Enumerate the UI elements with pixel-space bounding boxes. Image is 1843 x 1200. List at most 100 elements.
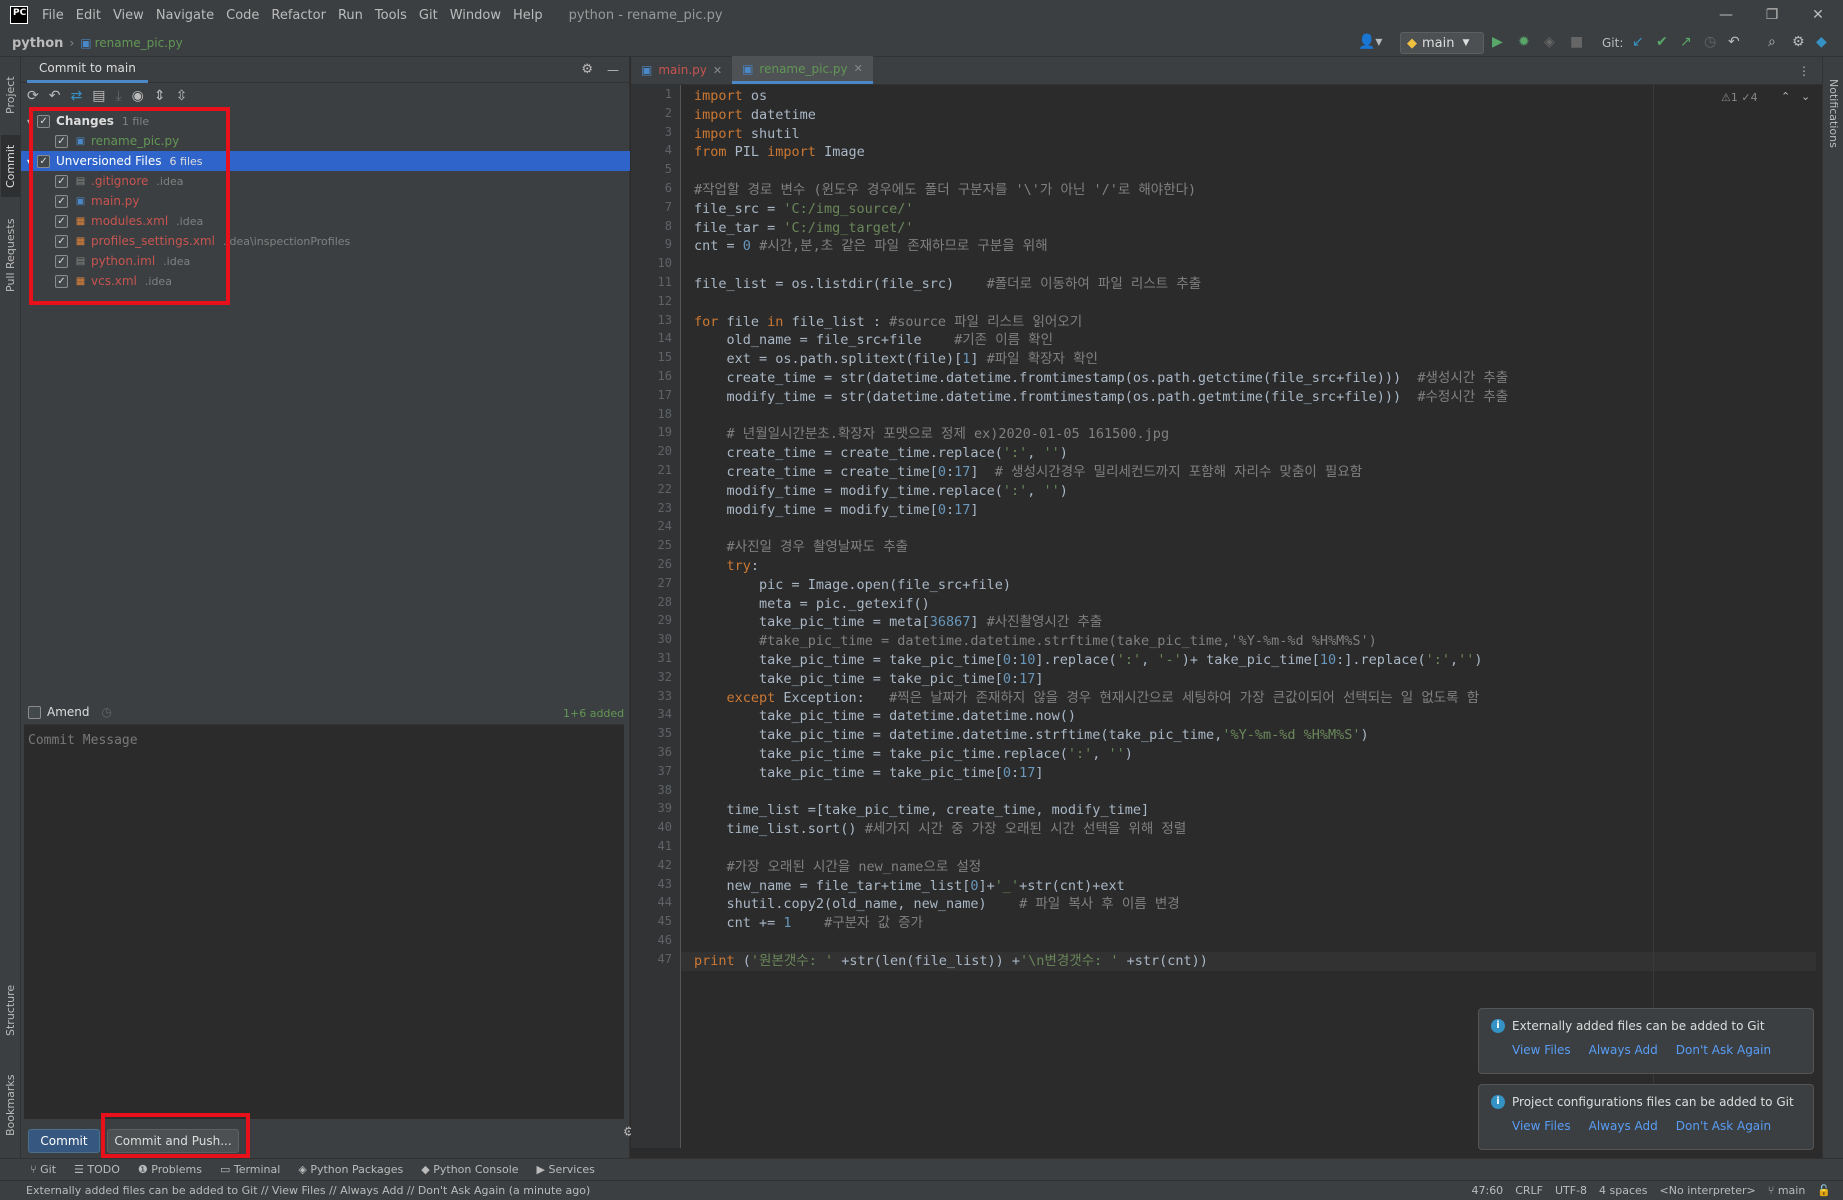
code-line[interactable]: create_time = create_time.replace(':', '…: [694, 444, 1068, 463]
code-line[interactable]: meta = pic._getexif(): [694, 595, 930, 614]
code-line[interactable]: #take_pic_time = datetime.datetime.strft…: [694, 632, 1377, 651]
tool-services[interactable]: ▶ Services: [537, 1163, 595, 1176]
branch-widget[interactable]: ⑂ main: [1768, 1184, 1806, 1197]
code-line[interactable]: #가장 오래된 시간을 new_name으로 설정: [694, 858, 982, 877]
close-tab-icon[interactable]: ✕: [713, 64, 722, 77]
shelve-icon[interactable]: ▤: [92, 88, 105, 104]
code-line[interactable]: cnt += 1 #구분자 값 증가: [694, 914, 923, 933]
restore-icon[interactable]: ❐: [1749, 0, 1795, 30]
user-icon[interactable]: 👤▾: [1358, 34, 1382, 50]
menu-file[interactable]: File: [36, 8, 70, 23]
gear-icon[interactable]: ⚙: [581, 62, 593, 77]
code-line[interactable]: except Exception: #찍은 날짜가 존재하지 않을 경우 현재시…: [694, 689, 1480, 708]
code-line[interactable]: for file in file_list : #source 파일 리스트 읽…: [694, 313, 1082, 332]
tab-bookmarks[interactable]: Bookmarks: [1, 1065, 20, 1145]
code-line[interactable]: old_name = file_src+file #기존 이름 확인: [694, 331, 1054, 350]
tab-project[interactable]: Project: [1, 65, 20, 125]
code-line[interactable]: create_time = create_time[0:17] # 생성시간경우…: [694, 463, 1363, 482]
git-commit-icon[interactable]: ✔: [1656, 34, 1668, 50]
breadcrumb-project[interactable]: python: [0, 36, 63, 51]
run-config-selector[interactable]: ◆ main ▼: [1400, 32, 1484, 54]
hide-icon[interactable]: —: [607, 63, 619, 77]
status-message[interactable]: Externally added files can be added to G…: [26, 1184, 1471, 1197]
tab-rename-pic-py[interactable]: ▣ rename_pic.py ✕: [732, 56, 873, 84]
menu-edit[interactable]: Edit: [70, 8, 107, 23]
code-line[interactable]: create_time = str(datetime.datetime.from…: [694, 369, 1509, 388]
indent-setting[interactable]: 4 spaces: [1599, 1184, 1648, 1197]
code-line[interactable]: try:: [694, 557, 760, 576]
search-icon[interactable]: ⌕: [1768, 34, 1776, 50]
lock-icon[interactable]: 🔓: [1817, 1184, 1831, 1197]
tool-python-console[interactable]: ◆ Python Console: [421, 1163, 518, 1176]
code-line[interactable]: # 년월일시간분초.확장자 포맷으로 정제 ex)2020-01-05 1615…: [694, 425, 1170, 444]
file-encoding[interactable]: UTF-8: [1555, 1184, 1587, 1197]
inspection-widget[interactable]: ⚠1 ✓4: [1721, 91, 1758, 104]
tab-notifications[interactable]: Notifications: [1824, 65, 1843, 161]
rollback-icon[interactable]: ↶: [49, 88, 61, 104]
code-line[interactable]: shutil.copy2(old_name, new_name) # 파일 복사…: [694, 895, 1180, 914]
history-icon[interactable]: ◷: [1704, 34, 1716, 50]
code-line[interactable]: cnt = 0 #시간,분,초 같은 파일 존재하므로 구분을 위해: [694, 237, 1048, 256]
minimize-icon[interactable]: —: [1703, 0, 1749, 30]
code-line[interactable]: take_pic_time = datetime.datetime.now(): [694, 707, 1076, 726]
code-line[interactable]: take_pic_time = meta[36867] #사진촬영시간 추출: [694, 613, 1102, 632]
jetbrains-icon[interactable]: ◆: [1816, 34, 1827, 50]
view-options-icon[interactable]: ◉: [132, 88, 144, 104]
code-line[interactable]: file_src = 'C:/img_source/': [694, 200, 913, 219]
git-update-icon[interactable]: ↙: [1632, 34, 1644, 50]
code-line[interactable]: ext = os.path.splitext(file)[1] #파일 확장자 …: [694, 350, 1098, 369]
amend-option[interactable]: Amend ◷: [28, 705, 112, 719]
dont-ask-again-link[interactable]: Don't Ask Again: [1676, 1043, 1771, 1057]
code-line[interactable]: take_pic_time = take_pic_time[0:10].repl…: [694, 651, 1483, 670]
code-line[interactable]: take_pic_time = take_pic_time[0:17]: [694, 670, 1044, 689]
debug-icon[interactable]: ✹: [1518, 34, 1530, 50]
tab-commit-to-main[interactable]: Commit to main: [27, 57, 148, 83]
menu-git[interactable]: Git: [413, 8, 444, 23]
code-line[interactable]: #작업할 경로 변수 (윈도우 경우에도 폴더 구분자를 '\'가 아닌 '/'…: [694, 181, 1196, 200]
code-line[interactable]: import shutil: [694, 125, 800, 144]
history-icon[interactable]: ◷: [102, 705, 112, 719]
code-line[interactable]: #사진일 경우 촬영날짜도 추출: [694, 538, 909, 557]
tool-python-packages[interactable]: ◈ Python Packages: [298, 1163, 403, 1176]
code-line[interactable]: import datetime: [694, 106, 816, 125]
amend-checkbox[interactable]: [28, 705, 41, 719]
code-line[interactable]: take_pic_time = take_pic_time[0:17]: [694, 764, 1044, 783]
code-line[interactable]: time_list =[take_pic_time, create_time, …: [694, 801, 1150, 820]
run-icon[interactable]: ▶: [1492, 34, 1503, 50]
code-line[interactable]: time_list.sort() #세가지 시간 중 가장 오래된 시간 선택을…: [694, 820, 1187, 839]
next-highlight-icon[interactable]: ⌄: [1801, 90, 1810, 103]
settings-icon[interactable]: ⚙: [1792, 34, 1805, 50]
code-line[interactable]: print ('원본갯수: ' +str(len(file_list)) +'\…: [694, 952, 1208, 971]
menu-tools[interactable]: Tools: [369, 8, 413, 23]
code-line[interactable]: file_list = os.listdir(file_src) #폴더로 이동…: [694, 275, 1201, 294]
tab-structure[interactable]: Structure: [1, 975, 20, 1045]
tool-problems[interactable]: ❶ Problems: [138, 1163, 202, 1176]
tool-todo[interactable]: ☰ TODO: [74, 1163, 120, 1176]
code-line[interactable]: modify_time = str(datetime.datetime.from…: [694, 388, 1509, 407]
view-files-link[interactable]: View Files: [1512, 1119, 1571, 1133]
menu-navigate[interactable]: Navigate: [150, 8, 220, 23]
menu-run[interactable]: Run: [332, 8, 369, 23]
tab-pull-requests[interactable]: Pull Requests: [1, 207, 20, 303]
code-line[interactable]: pic = Image.open(file_src+file): [694, 576, 1011, 595]
dont-ask-again-link[interactable]: Don't Ask Again: [1676, 1119, 1771, 1133]
code-line[interactable]: import os: [694, 87, 767, 106]
code-line[interactable]: from PIL import Image: [694, 143, 865, 162]
breadcrumb-file[interactable]: rename_pic.py: [95, 36, 183, 50]
commit-button[interactable]: Commit: [28, 1129, 100, 1153]
tool-git[interactable]: ⑂ Git: [30, 1163, 56, 1176]
menu-code[interactable]: Code: [220, 8, 265, 23]
more-tabs-icon[interactable]: ⋮: [1798, 64, 1810, 78]
prev-highlight-icon[interactable]: ⌃: [1781, 90, 1790, 103]
code-line[interactable]: modify_time = modify_time.replace(':', '…: [694, 482, 1068, 501]
interpreter-selector[interactable]: <No interpreter>: [1660, 1184, 1756, 1197]
collapse-all-icon[interactable]: ⇳: [176, 88, 188, 104]
menu-window[interactable]: Window: [444, 8, 507, 23]
code-line[interactable]: new_name = file_tar+time_list[0]+'_'+str…: [694, 877, 1125, 896]
view-files-link[interactable]: View Files: [1512, 1043, 1571, 1057]
refresh-icon[interactable]: ⟳: [27, 88, 39, 104]
always-add-link[interactable]: Always Add: [1589, 1119, 1658, 1133]
close-tab-icon[interactable]: ✕: [854, 62, 863, 75]
tab-commit[interactable]: Commit: [1, 135, 20, 197]
stop-icon[interactable]: ■: [1570, 34, 1583, 50]
